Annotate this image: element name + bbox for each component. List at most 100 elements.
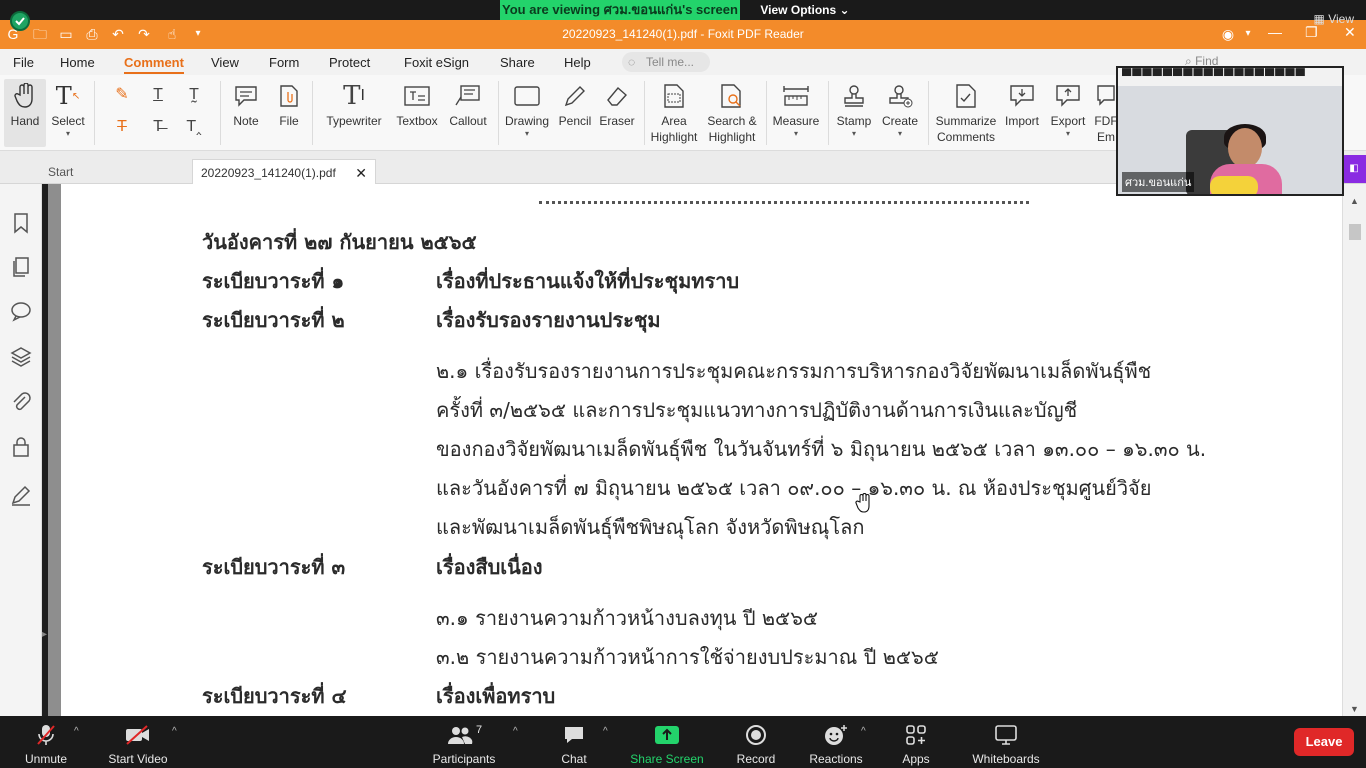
search-highlight-label-1: Search & [707, 114, 757, 128]
import-label: Import [1004, 114, 1039, 128]
apps-button[interactable]: Apps [898, 724, 934, 766]
highlight-icon[interactable]: ✎ [110, 83, 134, 107]
summarize-comments-button[interactable]: Summarize Comments [934, 79, 998, 145]
bookmark-icon[interactable] [10, 212, 32, 234]
view-menu-button[interactable]: ▦ View [1314, 12, 1354, 26]
page-thumbnails-icon[interactable] [10, 256, 32, 278]
restore-icon[interactable]: ❐ [1305, 24, 1318, 41]
audio-options-caret-icon[interactable]: ^ [74, 726, 79, 737]
record-button[interactable]: Record [734, 724, 778, 766]
chat-button[interactable]: Chat [556, 724, 592, 766]
menu-home[interactable]: Home [60, 55, 95, 70]
unmute-button[interactable]: Unmute [20, 724, 72, 766]
pencil-button[interactable]: Pencil [556, 79, 594, 129]
agenda-title: เรื่องรับรองรายงานประชุม [436, 308, 661, 332]
measure-label: Measure [772, 114, 820, 128]
agenda-label: ระเบียบวาระที่ ๑ [202, 269, 345, 293]
reactions-icon [808, 724, 864, 746]
expand-panel-icon[interactable]: ▸ [42, 629, 47, 640]
fdf-email-button[interactable]: FDF Em [1094, 79, 1118, 145]
tab-start[interactable]: Start [40, 159, 192, 184]
layers-icon[interactable] [10, 346, 32, 368]
pencil-icon [556, 79, 594, 113]
attachment-icon[interactable] [10, 391, 32, 413]
participants-caret-icon[interactable]: ^ [513, 726, 518, 737]
select-tool-button[interactable]: T ↖ Select ▾ [48, 79, 88, 138]
scroll-up-icon[interactable]: ▲ [1350, 196, 1359, 206]
security-lock-icon[interactable] [10, 436, 32, 458]
person-head-shape [1228, 128, 1262, 168]
vertical-scrollbar[interactable]: ▲ ▼ [1342, 184, 1366, 716]
callout-button[interactable]: Callout [446, 79, 490, 129]
file-attachment-button[interactable]: File [272, 79, 306, 129]
textbox-button[interactable]: Textbox [394, 79, 440, 129]
menu-share[interactable]: Share [500, 55, 535, 70]
menu-view[interactable]: View [211, 55, 239, 70]
share-screen-button[interactable]: Share Screen [630, 724, 704, 766]
tell-me-search[interactable]: ◌ Tell me... [622, 52, 710, 72]
comments-panel-icon[interactable] [10, 300, 32, 322]
create-stamp-icon [878, 79, 922, 113]
apps-icon [898, 724, 934, 746]
document-view[interactable]: วันอังคารที่ ๒๗ กันยายน ๒๕๖๕ ระเบียบวาระ… [48, 184, 1342, 716]
start-video-button[interactable]: Start Video [106, 724, 170, 766]
signature-icon[interactable] [10, 484, 32, 506]
whiteboards-button[interactable]: Whiteboards [968, 724, 1044, 766]
security-shield-icon[interactable] [10, 11, 30, 31]
account-dropdown-icon[interactable]: ▾ [1240, 26, 1256, 42]
apps-label: Apps [902, 752, 930, 766]
tab-document[interactable]: 20220923_141240(1).pdf ✕ [192, 159, 376, 184]
minimize-icon[interactable]: — [1268, 24, 1282, 40]
ribbon-separator [498, 81, 499, 145]
export-dropdown-icon: ▾ [1065, 129, 1070, 138]
eraser-button[interactable]: Eraser [598, 79, 636, 129]
create-label: Create [881, 114, 919, 128]
meeting-date: วันอังคารที่ ๒๗ กันยายน ๒๕๖๕ [202, 230, 477, 254]
create-stamp-button[interactable]: Create ▾ [878, 79, 922, 138]
panel-toggle-icon: ◧ [1349, 163, 1359, 174]
underline-text-icon[interactable]: T [146, 83, 170, 107]
menu-help[interactable]: Help [564, 55, 591, 70]
menu-foxit-esign[interactable]: Foxit eSign [404, 55, 469, 70]
hand-tool-button[interactable]: Hand [4, 79, 46, 147]
participants-icon: 7 [430, 724, 498, 746]
record-label: Record [736, 752, 776, 766]
strikeout-icon[interactable]: T [110, 115, 134, 139]
menu-comment[interactable]: Comment [124, 55, 184, 74]
typewriter-label: Typewriter [326, 114, 382, 128]
leave-button[interactable]: Leave [1294, 728, 1354, 756]
close-window-icon[interactable]: ✕ [1344, 24, 1356, 41]
participant-video[interactable]: ▀▀▀▀▀▀▀▀▀▀▀▀▀▀▀▀▀▀ ศวม.ขอนแก่น [1116, 66, 1344, 196]
search-highlight-button[interactable]: Search & Highlight [704, 79, 760, 145]
drawing-button[interactable]: Drawing ▾ [504, 79, 550, 138]
paragraph-line: ของกองวิจัยพัฒนาเมล็ดพันธุ์พืช ในวันจันท… [436, 437, 1207, 461]
rectangle-icon [504, 79, 550, 113]
import-button[interactable]: Import [1002, 79, 1042, 129]
scroll-thumb[interactable] [1349, 224, 1361, 240]
insert-text-icon[interactable]: T‸ [182, 115, 206, 139]
export-button[interactable]: Export ▾ [1046, 79, 1090, 138]
video-options-caret-icon[interactable]: ^ [172, 726, 177, 737]
close-tab-icon[interactable]: ✕ [355, 160, 367, 186]
lightbulb-icon: ◌ [628, 55, 636, 69]
reactions-button[interactable]: Reactions [808, 724, 864, 766]
textbox-icon [394, 79, 440, 113]
area-highlight-button[interactable]: Area Highlight [648, 79, 700, 145]
side-panel-toggle[interactable]: ◧ [1342, 155, 1366, 183]
scroll-down-icon[interactable]: ▼ [1350, 704, 1359, 714]
squiggly-text-icon[interactable]: T̰ [182, 83, 206, 107]
chat-caret-icon[interactable]: ^ [603, 726, 608, 737]
menu-protect[interactable]: Protect [329, 55, 370, 70]
participants-button[interactable]: 7 Participants [430, 724, 498, 766]
replace-text-icon[interactable]: T̶ [146, 115, 170, 139]
typewriter-button[interactable]: TI Typewriter [322, 79, 386, 129]
measure-button[interactable]: Measure ▾ [770, 79, 822, 138]
paragraph-line: ครั้งที่ ๓/๒๕๖๕ และการประชุมแนวทางการปฏิ… [436, 398, 1078, 422]
account-icon[interactable]: ◉ [1220, 26, 1236, 42]
reactions-caret-icon[interactable]: ^ [861, 726, 866, 737]
stamp-button[interactable]: Stamp ▾ [834, 79, 874, 138]
menu-file[interactable]: File [13, 55, 34, 70]
menu-form[interactable]: Form [269, 55, 299, 70]
view-options-button[interactable]: View Options ⌄ [745, 0, 865, 20]
note-button[interactable]: Note [228, 79, 264, 129]
